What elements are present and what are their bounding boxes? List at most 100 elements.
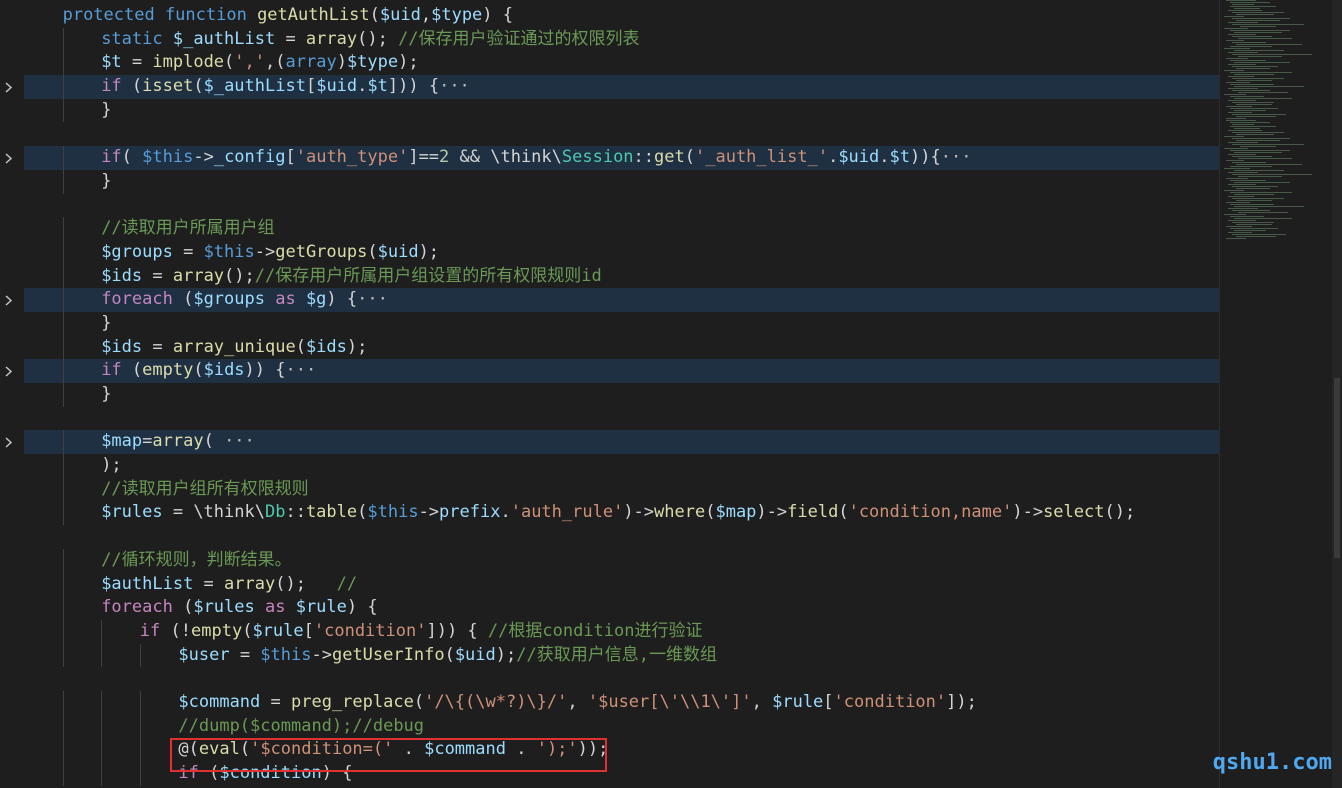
code-token: ); [346, 336, 368, 357]
code-line[interactable]: $ids = array();//保存用户所属用户组设置的所有权限规则id [24, 264, 1219, 289]
code-token: && \think\ [449, 147, 562, 168]
fold-chevron-icon[interactable] [2, 288, 16, 312]
minimap-line [1238, 212, 1288, 213]
minimap-line [1238, 92, 1288, 93]
code-token: )){ [910, 147, 941, 168]
minimap-line [1234, 230, 1266, 231]
code-token: )-> [756, 502, 788, 523]
code-line[interactable]: //dump($command);//debug [24, 714, 1219, 739]
minimap-line [1236, 44, 1302, 45]
code-token: = \think\ [162, 502, 265, 523]
code-token: = [229, 644, 261, 665]
code-token: //保存用户所属用户组设置的所有权限规则id [254, 265, 602, 286]
code-editor[interactable]: protected function getAuthList($uid,$typ… [0, 0, 1342, 788]
code-token: empty [191, 620, 243, 641]
code-line[interactable]: protected function getAuthList($uid,$typ… [24, 4, 1219, 28]
code-area[interactable]: protected function getAuthList($uid,$typ… [5, 4, 1219, 786]
minimap-line [1234, 128, 1260, 129]
minimap-line [1232, 174, 1312, 175]
code-line[interactable]: $authList = array(); // [24, 572, 1219, 597]
code-line[interactable]: //读取用户组所有权限规则 [24, 477, 1219, 502]
code-token: $t [101, 52, 122, 73]
vertical-scrollbar[interactable] [1332, 0, 1342, 788]
code-token: $map [101, 431, 143, 452]
minimap-line [1224, 214, 1246, 215]
code-line[interactable]: $command = preg_replace('/\{(\w*?)\}/', … [24, 690, 1219, 715]
minimap-line [1236, 164, 1302, 165]
fold-chevron-icon[interactable] [2, 359, 16, 383]
code-line[interactable] [24, 525, 1219, 549]
fold-chevron-icon[interactable] [2, 146, 16, 170]
code-token: . [500, 502, 511, 523]
code-line[interactable]: $ids = array_unique($ids); [24, 335, 1219, 360]
code-line[interactable]: } [24, 383, 1219, 407]
folded-ellipsis[interactable]: ··· [357, 289, 388, 309]
indent-guide [101, 643, 103, 668]
code-line[interactable]: foreach ($rules as $rule) { [24, 596, 1219, 620]
code-line[interactable]: static $_authList = array(); //保存用户验证通过的… [24, 27, 1219, 52]
code-line[interactable]: foreach ($groups as $g) {··· [5, 288, 1219, 312]
code-token: $this [142, 147, 194, 168]
code-token: foreach [101, 597, 173, 618]
code-token: ( [203, 431, 225, 452]
code-line[interactable] [24, 667, 1219, 691]
code-line[interactable]: if (isset($_authList[$uid.$t])) {··· [5, 75, 1219, 99]
code-line[interactable]: if (!empty($rule['condition'])) { //根据co… [24, 619, 1219, 644]
folded-ellipsis[interactable]: ··· [286, 360, 317, 380]
indent-guide [62, 762, 64, 786]
fold-chevron-icon[interactable] [2, 75, 16, 99]
code-line[interactable]: ); [24, 454, 1219, 478]
indent-guide [62, 75, 64, 99]
minimap-line [1228, 184, 1256, 185]
fold-chevron-icon[interactable] [2, 430, 16, 454]
minimap-line [1224, 48, 1250, 49]
minimap-line [1230, 122, 1270, 123]
code-token: as [254, 597, 296, 618]
code-token: array [224, 573, 276, 594]
code-line[interactable]: //循环规则，判断结果。 [24, 548, 1219, 573]
folded-ellipsis[interactable]: ··· [941, 147, 972, 167]
minimap-line [1236, 200, 1272, 201]
indent-guide [62, 311, 64, 336]
code-token: //根据condition进行验证 [487, 620, 703, 641]
code-line[interactable]: $user = $this->getUserInfo($uid);//获取用户信… [24, 643, 1219, 668]
code-line[interactable] [24, 194, 1219, 218]
code-token: '/\{(\w*?)\}/' [424, 691, 568, 712]
code-line[interactable]: } [24, 169, 1219, 194]
minimap[interactable] [1222, 0, 1332, 250]
code-line[interactable]: $map=array( ··· [5, 430, 1219, 455]
minimap-line [1238, 158, 1292, 159]
minimap-line [1226, 178, 1248, 179]
minimap-line [1234, 110, 1266, 111]
minimap-line [1226, 120, 1256, 121]
code-line[interactable]: } [24, 98, 1219, 123]
folded-ellipsis[interactable]: ··· [224, 431, 255, 451]
minimap-line [1236, 14, 1274, 15]
code-token: 'auth_type' [295, 147, 409, 168]
code-token: = [172, 241, 204, 262]
code-line[interactable]: $groups = $this->getGroups($uid); [24, 240, 1219, 265]
minimap-line [1232, 124, 1254, 125]
code-token: // [336, 573, 358, 594]
code-line[interactable]: $t = implode(',',(array)$type); [24, 51, 1219, 76]
code-token: $ids [305, 336, 347, 357]
minimap-line [1230, 96, 1264, 97]
scrollbar-thumb[interactable] [1334, 378, 1340, 558]
code-line[interactable]: $rules = \think\Db::table($this->prefix.… [24, 501, 1219, 526]
indent-guide [62, 169, 64, 194]
code-token: ) { [346, 597, 378, 618]
code-token: ( [295, 336, 306, 357]
folded-ellipsis[interactable]: ··· [439, 76, 470, 96]
code-line[interactable]: if( $this->_config['auth_type']==2 && \t… [5, 146, 1219, 170]
code-line[interactable]: //读取用户所属用户组 [24, 217, 1219, 241]
code-token: if [139, 620, 161, 641]
indent-guide [62, 501, 64, 526]
code-line[interactable] [24, 407, 1219, 431]
code-line[interactable] [24, 122, 1219, 146]
code-token: [ [305, 76, 317, 97]
code-line[interactable]: } [24, 311, 1219, 336]
code-token: ])) { [387, 76, 440, 97]
indent-guide [101, 738, 103, 762]
minimap-line [1236, 20, 1280, 21]
code-line[interactable]: if (empty($ids)) {··· [5, 359, 1219, 383]
